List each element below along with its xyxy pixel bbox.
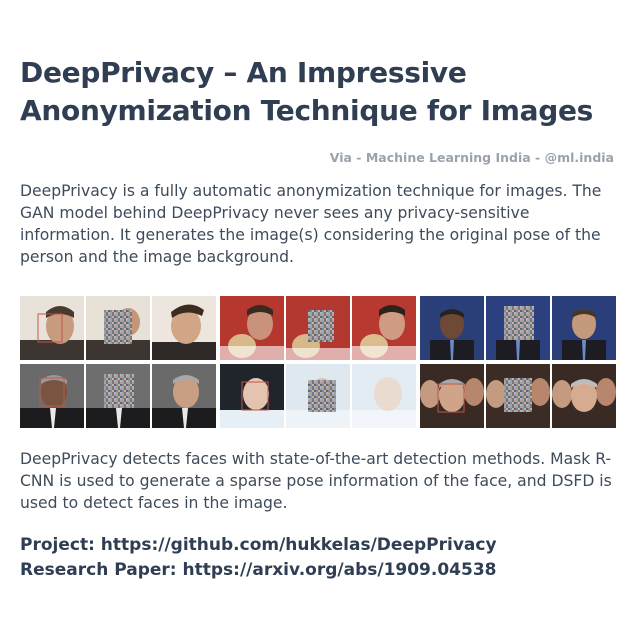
example-1-generated: [152, 296, 216, 360]
source-credit: Via - Machine Learning India - @ml.india: [329, 150, 614, 165]
headline: DeepPrivacy – An Impressive Anonymizatio…: [20, 54, 620, 130]
example-4-masked: [86, 364, 150, 428]
paper-link[interactable]: Research Paper: https://arxiv.org/abs/19…: [20, 558, 620, 583]
intro-paragraph: DeepPrivacy is a fully automatic anonymi…: [20, 182, 602, 266]
detection-paragraph: DeepPrivacy detects faces with state-of-…: [20, 450, 612, 512]
example-5-original: [220, 364, 284, 428]
example-2-original: [220, 296, 284, 360]
example-2-generated: [352, 296, 416, 360]
links-block: Project: https://github.com/hukkelas/Dee…: [20, 533, 620, 583]
headline-line-2: Anonymization Technique for Images: [20, 94, 594, 127]
example-3-masked: [486, 296, 550, 360]
example-6-original: [420, 364, 484, 428]
example-1-masked: [86, 296, 150, 360]
headline-line-1: DeepPrivacy – An Impressive: [20, 56, 467, 89]
example-2-masked: [286, 296, 350, 360]
example-4-generated: [152, 364, 216, 428]
example-6-generated: [552, 364, 616, 428]
example-1-original: [20, 296, 84, 360]
project-link[interactable]: Project: https://github.com/hukkelas/Dee…: [20, 533, 620, 558]
example-4-original: [20, 364, 84, 428]
example-3-generated: [552, 296, 616, 360]
example-5-generated: [352, 364, 416, 428]
example-image-grid: [20, 296, 620, 432]
example-5-masked: [286, 364, 350, 428]
example-3-original: [420, 296, 484, 360]
example-6-masked: [486, 364, 550, 428]
